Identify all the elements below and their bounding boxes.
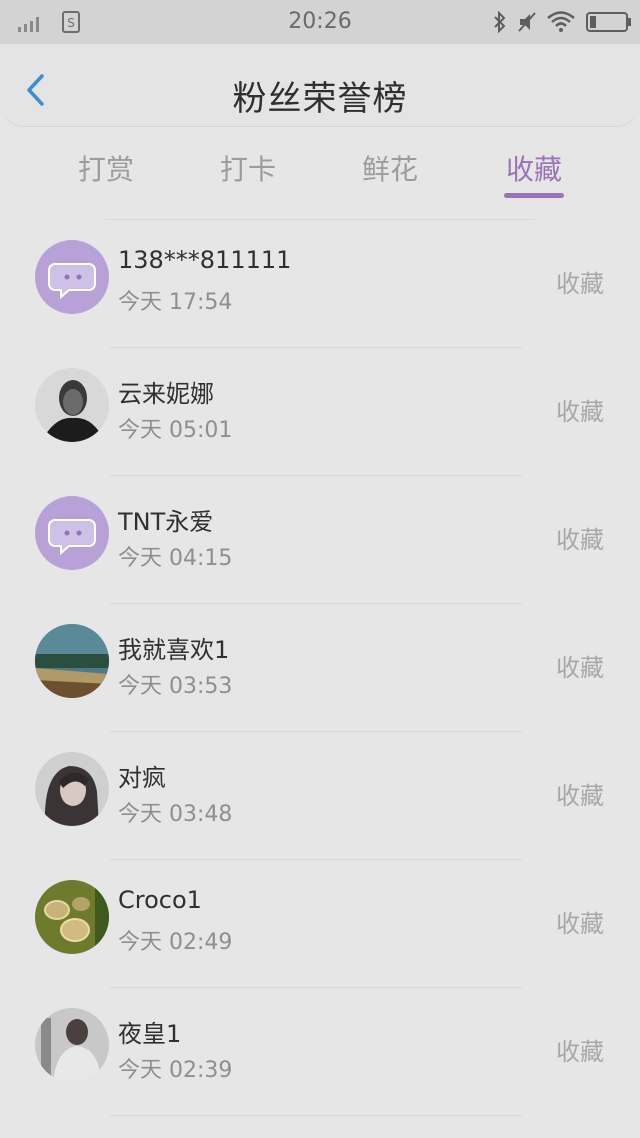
fan-name: 对疯 xyxy=(118,764,166,792)
list-item[interactable]: 我就喜欢1 今天 03:53 收藏 xyxy=(0,604,640,732)
fan-time: 今天 02:49 xyxy=(118,930,233,955)
fan-time: 今天 02:39 xyxy=(118,1058,233,1083)
wifi-icon xyxy=(547,11,575,32)
fan-time: 今天 03:48 xyxy=(118,802,233,827)
fan-name: 云来妮娜 xyxy=(118,380,214,408)
tab-checkin[interactable]: 打卡 xyxy=(198,148,298,188)
page-title: 粉丝荣誉榜 xyxy=(232,79,408,119)
photo-avatar xyxy=(35,880,109,954)
mute-icon xyxy=(518,12,536,32)
fan-time: 今天 17:54 xyxy=(118,290,233,315)
tab-flowers[interactable]: 鲜花 xyxy=(340,148,440,188)
action-label: 收藏 xyxy=(556,654,604,682)
default-chat-avatar xyxy=(35,496,109,570)
list-item[interactable]: 138***811111 今天 17:54 收藏 xyxy=(0,220,640,348)
fan-time: 今天 05:01 xyxy=(118,418,233,443)
action-label: 收藏 xyxy=(556,782,604,810)
default-chat-avatar xyxy=(35,240,109,314)
fan-name: 我就喜欢1 xyxy=(118,636,230,664)
bluetooth-icon xyxy=(494,11,506,33)
fan-name: 138***811111 xyxy=(118,246,292,274)
fan-name: 夜皇1 xyxy=(118,1020,182,1048)
divider xyxy=(110,1115,522,1116)
battery-icon xyxy=(586,12,631,32)
photo-avatar xyxy=(35,368,109,442)
tab-favorites[interactable]: 收藏 xyxy=(484,148,584,188)
list-item[interactable]: TNT永爱 今天 04:15 收藏 xyxy=(0,476,640,604)
tab-bar: 打赏 打卡 鲜花 收藏 xyxy=(0,126,640,220)
action-label: 收藏 xyxy=(556,910,604,938)
status-time: 20:26 xyxy=(288,9,352,34)
list-item[interactable]: 云来妮娜 今天 05:01 收藏 xyxy=(0,348,640,476)
header-bar: 粉丝荣誉榜 xyxy=(0,44,640,127)
tab-reward[interactable]: 打赏 xyxy=(56,148,156,188)
action-label: 收藏 xyxy=(556,526,604,554)
action-label: 收藏 xyxy=(556,398,604,426)
action-label: 收藏 xyxy=(556,1038,604,1066)
list-item[interactable]: 夜皇1 今天 02:39 收藏 xyxy=(0,988,640,1116)
active-tab-indicator xyxy=(504,193,564,198)
list-item[interactable]: Croco1 今天 02:49 收藏 xyxy=(0,860,640,988)
photo-avatar xyxy=(35,1008,109,1082)
photo-avatar xyxy=(35,624,109,698)
fan-name: Croco1 xyxy=(118,886,202,914)
status-bar: S 20:26 xyxy=(0,0,640,44)
fans-list: 138***811111 今天 17:54 收藏 云来妮娜 今天 05:01 收… xyxy=(0,220,640,1116)
action-label: 收藏 xyxy=(556,270,604,298)
fan-time: 今天 03:53 xyxy=(118,674,233,699)
fan-name: TNT永爱 xyxy=(118,508,214,536)
photo-avatar xyxy=(35,752,109,826)
fan-time: 今天 04:15 xyxy=(118,546,233,571)
list-item[interactable]: 对疯 今天 03:48 收藏 xyxy=(0,732,640,860)
